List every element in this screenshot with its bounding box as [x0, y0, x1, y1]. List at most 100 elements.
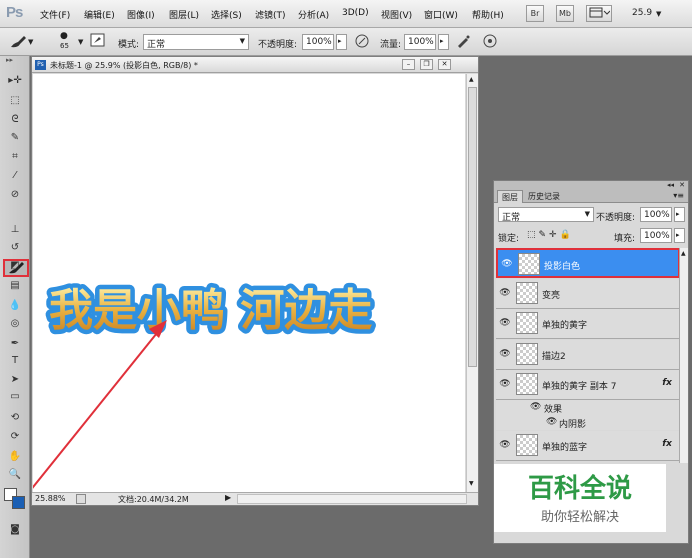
color-swatches[interactable]	[4, 488, 25, 514]
blur-tool-icon[interactable]: 💧	[5, 298, 25, 314]
eye-icon[interactable]: 👁	[498, 318, 512, 330]
airbrush-icon[interactable]	[453, 33, 473, 51]
layer-row[interactable]: 👁 单独的蓝字 fx	[496, 431, 680, 461]
eye-icon[interactable]: 👁	[498, 379, 512, 391]
layer-row[interactable]: 👁 单独的黄字 副本 7 fx	[496, 370, 680, 400]
eraser-tool-icon[interactable]: ◩	[5, 258, 25, 274]
tab-history[interactable]: 历史记录	[524, 190, 564, 203]
panel-menu-icon[interactable]: ▾≡	[673, 191, 684, 200]
pen-tool-icon[interactable]: ✒	[5, 336, 25, 352]
layer-name: 变亮	[542, 291, 561, 301]
crop-tool-icon[interactable]: ⌗	[5, 149, 25, 165]
menu-layer[interactable]: 图层(L)	[169, 8, 199, 21]
menu-edit[interactable]: 编辑(E)	[84, 8, 115, 21]
collapse-toolbox-icon[interactable]: ▸▸	[6, 56, 13, 64]
scroll-up-icon[interactable]: ▲	[681, 250, 686, 257]
type-tool-icon[interactable]: T	[5, 353, 25, 369]
quick-select-tool-icon[interactable]: ✎	[5, 130, 25, 146]
lasso-tool-icon[interactable]: ᘓ	[5, 112, 25, 128]
flow-input[interactable]: 100%	[404, 34, 436, 50]
flow-slider-button[interactable]: ▸	[438, 34, 449, 50]
menu-image[interactable]: 图像(I)	[127, 8, 155, 21]
brush-size-dropdown-icon[interactable]: ▼	[78, 38, 83, 46]
3d-orbit-tool-icon[interactable]: ⟳	[5, 429, 25, 445]
path-select-tool-icon[interactable]: ➤	[5, 372, 25, 388]
menu-view[interactable]: 视图(V)	[381, 8, 412, 21]
status-info-icon[interactable]	[76, 494, 86, 504]
eye-icon[interactable]: 👁	[498, 288, 512, 300]
opacity-input[interactable]: 100%	[302, 34, 334, 50]
brush-preset-dropdown-icon[interactable]: ▼	[28, 38, 33, 46]
vertical-scrollbar[interactable]: ▲ ▼	[466, 74, 478, 492]
scroll-down-icon[interactable]: ▼	[469, 480, 474, 487]
pressure-size-icon[interactable]	[480, 33, 500, 51]
panel-collapse-icon[interactable]: ◂◂	[667, 181, 674, 189]
document-title-bar[interactable]: Ps 未标题-1 @ 25.9% (投影白色, RGB/8) * – ❐ ✕	[32, 57, 478, 73]
zoom-tool-icon[interactable]: 🔍	[5, 467, 25, 483]
scroll-thumb[interactable]	[468, 87, 477, 367]
eye-icon[interactable]: 👁	[498, 349, 512, 361]
fx-icon[interactable]: fx	[662, 439, 672, 449]
restore-button[interactable]: ❐	[420, 59, 433, 70]
layer-row[interactable]: 👁 单独的黄字	[496, 309, 680, 339]
menu-file[interactable]: 文件(F)	[40, 8, 70, 21]
scroll-up-icon[interactable]: ▲	[469, 76, 474, 83]
lock-icons[interactable]: ⬚✎✛🔒	[527, 230, 574, 240]
horizontal-scrollbar[interactable]	[237, 494, 467, 504]
zoom-level-top[interactable]: 25.9	[632, 8, 652, 18]
opacity-slider-button[interactable]: ▸	[336, 34, 347, 50]
move-tool-icon[interactable]: ▸✛	[5, 73, 25, 89]
brush-preset-icon[interactable]	[8, 33, 28, 51]
menu-filter[interactable]: 滤镜(T)	[255, 8, 286, 21]
brush-tip-icon[interactable]: ●	[60, 31, 68, 41]
menu-help[interactable]: 帮助(H)	[472, 8, 504, 21]
minimize-button[interactable]: –	[402, 59, 415, 70]
eyedropper-tool-icon[interactable]: ⁄	[5, 168, 25, 184]
status-menu-arrow-icon[interactable]: ▶	[225, 493, 231, 502]
healing-brush-tool-icon[interactable]: ⊘	[5, 187, 25, 203]
gradient-tool-icon[interactable]: ▤	[5, 278, 25, 294]
fill-slider[interactable]: ▸	[674, 228, 685, 243]
layer-row[interactable]: 👁 描边2	[496, 340, 680, 370]
layer-opacity-slider[interactable]: ▸	[674, 207, 685, 222]
zoom-dropdown-icon[interactable]: ▼	[656, 10, 661, 18]
effects-eye-icon[interactable]: 👁	[530, 402, 541, 412]
menu-window[interactable]: 窗口(W)	[424, 8, 458, 21]
layer-opacity-input[interactable]: 100%	[640, 207, 672, 222]
3d-rotate-tool-icon[interactable]: ⟲	[5, 410, 25, 426]
inner-shadow-eye-icon[interactable]: 👁	[546, 417, 557, 427]
effects-row[interactable]: 👁 效果	[496, 400, 680, 415]
clone-stamp-tool-icon[interactable]: ⊥	[5, 222, 25, 238]
close-button[interactable]: ✕	[438, 59, 451, 70]
fill-input[interactable]: 100%	[640, 228, 672, 243]
mini-bridge-button[interactable]: Mb	[556, 5, 574, 22]
layer-row[interactable]: 👁 投影白色	[496, 248, 680, 278]
canvas[interactable]: 我是小鸭 河边走 我是小鸭 河边走	[33, 74, 465, 492]
mode-select[interactable]: 正常 ▼	[143, 34, 249, 50]
menu-3d[interactable]: 3D(D)	[342, 8, 369, 18]
layers-scrollbar[interactable]: ▲	[679, 248, 688, 463]
marquee-tool-icon[interactable]: ⬚	[5, 93, 25, 109]
dodge-tool-icon[interactable]: ◎	[5, 316, 25, 332]
bridge-button[interactable]: Br	[526, 5, 544, 22]
inner-shadow-row[interactable]: 👁 内阴影	[496, 415, 680, 430]
layer-row[interactable]: 👁 变亮	[496, 279, 680, 309]
view-extras-button[interactable]	[586, 5, 612, 22]
quick-mask-icon[interactable]: ◙	[5, 522, 25, 538]
panel-close-icon[interactable]: ✕	[679, 181, 685, 189]
menu-select[interactable]: 选择(S)	[211, 8, 242, 21]
hand-tool-icon[interactable]: ✋	[5, 449, 25, 465]
rectangle-tool-icon[interactable]: ▭	[5, 389, 25, 405]
chevron-down-icon: ▼	[239, 37, 245, 45]
fx-icon[interactable]: fx	[662, 378, 672, 388]
history-brush-tool-icon[interactable]: ↺	[5, 240, 25, 256]
brush-panel-icon[interactable]	[88, 33, 108, 51]
blend-mode-select[interactable]: 正常 ▼	[498, 207, 594, 223]
eye-icon[interactable]: 👁	[498, 440, 512, 452]
status-zoom[interactable]: 25.88%	[35, 494, 66, 503]
tab-layers[interactable]: 图层	[497, 190, 523, 203]
pressure-opacity-icon[interactable]	[352, 33, 372, 51]
background-color-swatch[interactable]	[12, 496, 25, 509]
eye-icon[interactable]: 👁	[500, 259, 514, 271]
menu-analysis[interactable]: 分析(A)	[298, 8, 329, 21]
